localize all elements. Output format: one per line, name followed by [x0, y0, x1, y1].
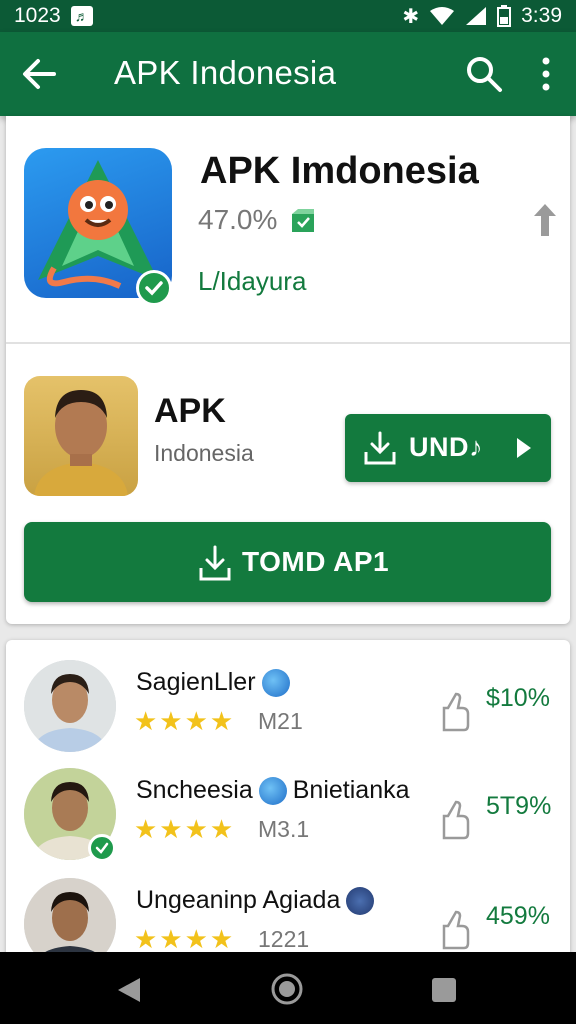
clock: 3:39	[521, 4, 562, 27]
star-rating: ★★★★	[134, 706, 236, 736]
review-percent: $10%	[486, 684, 550, 712]
search-icon[interactable]	[462, 52, 506, 96]
more-vert-icon[interactable]	[530, 52, 562, 96]
nav-back-icon[interactable]	[116, 976, 142, 1004]
upload-arrow-icon[interactable]	[530, 202, 560, 238]
developer-photo	[24, 376, 138, 496]
download-icon	[364, 431, 396, 465]
developer-link[interactable]: L/Idayura	[198, 266, 306, 297]
list-item[interactable]: Sncheesia Bnietianka ★★★★ M3.1 5T9%	[6, 748, 570, 862]
thumbs-up-icon[interactable]	[438, 910, 470, 950]
reviewer-name: SagienLler	[136, 668, 290, 697]
reviews-card: SagienLler ★★★★ M21 $10% Sncheesia Bnieti…	[6, 640, 570, 970]
und-button-label: UND♪	[409, 432, 483, 462]
bluetooth-icon: ✱	[402, 5, 420, 28]
wifi-icon	[430, 7, 455, 25]
music-notification-icon: ♬	[70, 6, 93, 26]
review-percent: 5T9%	[486, 792, 552, 820]
thumbs-up-icon[interactable]	[438, 800, 470, 840]
avatar	[24, 660, 116, 752]
box-icon	[292, 209, 314, 232]
settings-badge-icon	[346, 886, 375, 915]
main-download-button-label: TOMD AP1	[242, 546, 390, 577]
reviewer-name: Ungeaninp Agiada	[136, 886, 375, 915]
feature-title: APK	[154, 392, 226, 430]
app-name: APK Imdonesia	[200, 150, 479, 192]
review-count: 1221	[258, 926, 310, 952]
main-download-button[interactable]: TOMD AP1	[24, 522, 551, 602]
review-count: M21	[258, 708, 303, 734]
app-bar-title: APK Indonesia	[114, 54, 337, 91]
list-item[interactable]: SagienLler ★★★★ M21 $10%	[6, 640, 570, 752]
battery-icon	[497, 5, 512, 27]
star-rating: ★★★★	[134, 924, 236, 954]
status-number: 1023	[14, 4, 61, 27]
app-bar: APK Indonesia	[0, 32, 576, 116]
divider	[6, 342, 570, 344]
download-icon	[199, 545, 231, 581]
globe-icon	[261, 668, 290, 697]
globe-icon	[258, 776, 287, 805]
nav-home-icon[interactable]	[270, 972, 304, 1006]
back-arrow-icon[interactable]	[18, 52, 62, 96]
reviewer-name: Sncheesia Bnietianka	[136, 776, 410, 805]
system-nav-bar	[0, 952, 576, 1024]
list-item[interactable]: Ungeaninp Agiada ★★★★ 1221 459%	[6, 858, 570, 970]
review-count: M3.1	[258, 816, 310, 842]
review-percent: 459%	[486, 902, 550, 930]
signal-icon	[466, 7, 487, 25]
status-bar: 1023 ♬ ✱ 3:39	[0, 0, 576, 32]
verified-check-icon	[136, 270, 172, 306]
app-rating-percent: 47.0%	[198, 204, 278, 235]
thumbs-up-icon[interactable]	[438, 692, 470, 732]
nav-recents-icon[interactable]	[432, 978, 456, 1002]
feature-subtitle: Indonesia	[154, 440, 254, 466]
und-button[interactable]: UND♪	[345, 414, 551, 482]
play-arrow-icon	[517, 438, 531, 458]
app-details-card: APK Imdonesia 47.0% L/Idayura APK Indone…	[6, 116, 570, 624]
star-rating: ★★★★	[134, 814, 236, 844]
